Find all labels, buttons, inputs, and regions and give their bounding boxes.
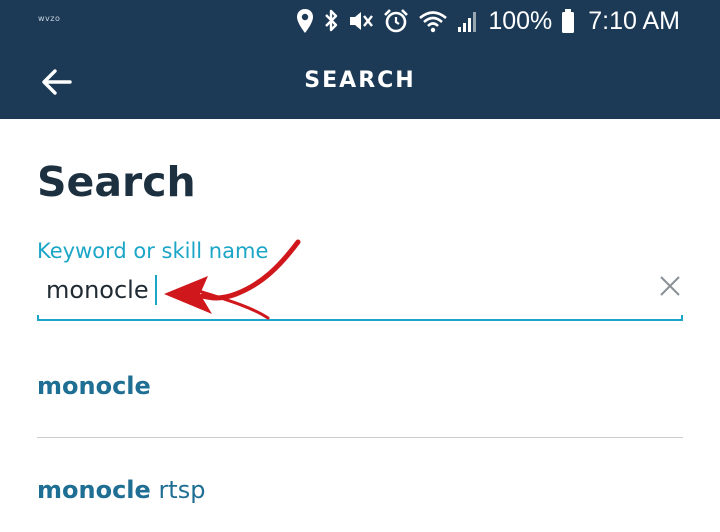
suggestion-match-text: monocle <box>37 372 151 400</box>
clear-search-button[interactable] <box>656 272 684 300</box>
wifi-icon <box>419 11 448 33</box>
battery-icon <box>562 9 575 33</box>
search-input-underline <box>37 315 683 321</box>
status-clock: 7:10 AM <box>588 6 680 35</box>
toolbar: SEARCH <box>0 42 720 119</box>
suggestion-item[interactable]: monocle <box>37 372 683 400</box>
location-icon <box>297 9 314 33</box>
alarm-icon <box>384 9 409 33</box>
suggestion-item[interactable]: monocle rtsp <box>37 476 683 504</box>
bluetooth-icon <box>325 9 338 32</box>
toolbar-title: SEARCH <box>304 68 416 93</box>
status-bar: wvzo 100% 7:10 AM <box>0 0 720 42</box>
suggestion-match-text: monocle <box>37 476 151 504</box>
app-bar: wvzo 100% 7:10 AM SEARCH <box>0 0 720 119</box>
status-icons: 100% 7:10 AM <box>296 6 680 36</box>
suggestion-rest-text: rtsp <box>150 476 206 504</box>
red-arrow-icon <box>164 239 301 320</box>
search-input[interactable] <box>46 272 636 308</box>
page-title: Search <box>37 158 196 206</box>
suggestion-divider <box>37 437 683 438</box>
battery-percent: 100% <box>488 6 553 35</box>
close-icon <box>660 276 680 296</box>
signal-icon <box>458 12 477 32</box>
mute-icon <box>350 12 374 30</box>
carrier-label: wvzo <box>38 14 61 23</box>
